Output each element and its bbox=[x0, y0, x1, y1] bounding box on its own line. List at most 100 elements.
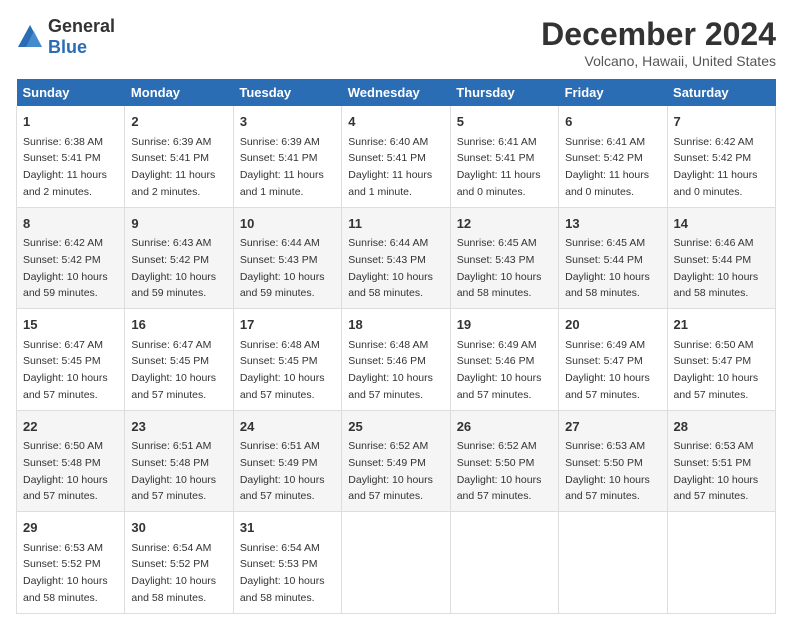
subtitle: Volcano, Hawaii, United States bbox=[541, 53, 776, 69]
sunrise-info: Sunrise: 6:49 AMSunset: 5:47 PMDaylight:… bbox=[565, 339, 650, 401]
day-number: 21 bbox=[674, 315, 769, 335]
day-cell: 30 Sunrise: 6:54 AMSunset: 5:52 PMDaylig… bbox=[125, 512, 233, 614]
day-cell: 16 Sunrise: 6:47 AMSunset: 5:45 PMDaylig… bbox=[125, 309, 233, 411]
calendar-table: SundayMondayTuesdayWednesdayThursdayFrid… bbox=[16, 79, 776, 614]
day-number: 30 bbox=[131, 518, 226, 538]
week-row-1: 1 Sunrise: 6:38 AMSunset: 5:41 PMDayligh… bbox=[17, 106, 776, 207]
day-cell: 26 Sunrise: 6:52 AMSunset: 5:50 PMDaylig… bbox=[450, 410, 558, 512]
day-number: 27 bbox=[565, 417, 660, 437]
sunrise-info: Sunrise: 6:47 AMSunset: 5:45 PMDaylight:… bbox=[23, 339, 108, 401]
day-number: 5 bbox=[457, 112, 552, 132]
day-number: 24 bbox=[240, 417, 335, 437]
day-number: 14 bbox=[674, 214, 769, 234]
sunrise-info: Sunrise: 6:42 AMSunset: 5:42 PMDaylight:… bbox=[674, 136, 758, 198]
day-cell: 21 Sunrise: 6:50 AMSunset: 5:47 PMDaylig… bbox=[667, 309, 775, 411]
sunrise-info: Sunrise: 6:50 AMSunset: 5:48 PMDaylight:… bbox=[23, 440, 108, 502]
day-cell: 3 Sunrise: 6:39 AMSunset: 5:41 PMDayligh… bbox=[233, 106, 341, 207]
day-number: 13 bbox=[565, 214, 660, 234]
weekday-header-sunday: Sunday bbox=[17, 79, 125, 106]
title-area: December 2024 Volcano, Hawaii, United St… bbox=[541, 16, 776, 69]
day-number: 25 bbox=[348, 417, 443, 437]
day-number: 15 bbox=[23, 315, 118, 335]
sunrise-info: Sunrise: 6:41 AMSunset: 5:41 PMDaylight:… bbox=[457, 136, 541, 198]
day-number: 12 bbox=[457, 214, 552, 234]
sunrise-info: Sunrise: 6:39 AMSunset: 5:41 PMDaylight:… bbox=[131, 136, 215, 198]
logo-general: General bbox=[48, 16, 115, 36]
day-cell bbox=[450, 512, 558, 614]
sunrise-info: Sunrise: 6:44 AMSunset: 5:43 PMDaylight:… bbox=[348, 237, 433, 299]
weekday-header-monday: Monday bbox=[125, 79, 233, 106]
day-cell: 13 Sunrise: 6:45 AMSunset: 5:44 PMDaylig… bbox=[559, 207, 667, 309]
day-cell bbox=[559, 512, 667, 614]
day-cell: 8 Sunrise: 6:42 AMSunset: 5:42 PMDayligh… bbox=[17, 207, 125, 309]
day-cell: 11 Sunrise: 6:44 AMSunset: 5:43 PMDaylig… bbox=[342, 207, 450, 309]
sunrise-info: Sunrise: 6:54 AMSunset: 5:52 PMDaylight:… bbox=[131, 542, 216, 604]
sunrise-info: Sunrise: 6:51 AMSunset: 5:48 PMDaylight:… bbox=[131, 440, 216, 502]
day-number: 17 bbox=[240, 315, 335, 335]
day-cell: 1 Sunrise: 6:38 AMSunset: 5:41 PMDayligh… bbox=[17, 106, 125, 207]
sunrise-info: Sunrise: 6:51 AMSunset: 5:49 PMDaylight:… bbox=[240, 440, 325, 502]
week-row-5: 29 Sunrise: 6:53 AMSunset: 5:52 PMDaylig… bbox=[17, 512, 776, 614]
day-cell: 27 Sunrise: 6:53 AMSunset: 5:50 PMDaylig… bbox=[559, 410, 667, 512]
sunrise-info: Sunrise: 6:49 AMSunset: 5:46 PMDaylight:… bbox=[457, 339, 542, 401]
sunrise-info: Sunrise: 6:48 AMSunset: 5:46 PMDaylight:… bbox=[348, 339, 433, 401]
day-cell: 19 Sunrise: 6:49 AMSunset: 5:46 PMDaylig… bbox=[450, 309, 558, 411]
logo: General Blue bbox=[16, 16, 115, 58]
day-cell: 22 Sunrise: 6:50 AMSunset: 5:48 PMDaylig… bbox=[17, 410, 125, 512]
day-number: 8 bbox=[23, 214, 118, 234]
day-cell: 7 Sunrise: 6:42 AMSunset: 5:42 PMDayligh… bbox=[667, 106, 775, 207]
sunrise-info: Sunrise: 6:52 AMSunset: 5:49 PMDaylight:… bbox=[348, 440, 433, 502]
weekday-header-saturday: Saturday bbox=[667, 79, 775, 106]
sunrise-info: Sunrise: 6:53 AMSunset: 5:52 PMDaylight:… bbox=[23, 542, 108, 604]
sunrise-info: Sunrise: 6:52 AMSunset: 5:50 PMDaylight:… bbox=[457, 440, 542, 502]
week-row-4: 22 Sunrise: 6:50 AMSunset: 5:48 PMDaylig… bbox=[17, 410, 776, 512]
day-cell: 24 Sunrise: 6:51 AMSunset: 5:49 PMDaylig… bbox=[233, 410, 341, 512]
day-cell: 6 Sunrise: 6:41 AMSunset: 5:42 PMDayligh… bbox=[559, 106, 667, 207]
sunrise-info: Sunrise: 6:38 AMSunset: 5:41 PMDaylight:… bbox=[23, 136, 107, 198]
day-number: 1 bbox=[23, 112, 118, 132]
day-number: 20 bbox=[565, 315, 660, 335]
week-row-3: 15 Sunrise: 6:47 AMSunset: 5:45 PMDaylig… bbox=[17, 309, 776, 411]
day-cell: 5 Sunrise: 6:41 AMSunset: 5:41 PMDayligh… bbox=[450, 106, 558, 207]
day-cell bbox=[342, 512, 450, 614]
day-cell: 18 Sunrise: 6:48 AMSunset: 5:46 PMDaylig… bbox=[342, 309, 450, 411]
header: General Blue December 2024 Volcano, Hawa… bbox=[16, 16, 776, 69]
day-cell: 20 Sunrise: 6:49 AMSunset: 5:47 PMDaylig… bbox=[559, 309, 667, 411]
day-cell: 4 Sunrise: 6:40 AMSunset: 5:41 PMDayligh… bbox=[342, 106, 450, 207]
weekday-header-wednesday: Wednesday bbox=[342, 79, 450, 106]
day-number: 10 bbox=[240, 214, 335, 234]
day-cell: 25 Sunrise: 6:52 AMSunset: 5:49 PMDaylig… bbox=[342, 410, 450, 512]
sunrise-info: Sunrise: 6:47 AMSunset: 5:45 PMDaylight:… bbox=[131, 339, 216, 401]
day-cell: 9 Sunrise: 6:43 AMSunset: 5:42 PMDayligh… bbox=[125, 207, 233, 309]
sunrise-info: Sunrise: 6:50 AMSunset: 5:47 PMDaylight:… bbox=[674, 339, 759, 401]
day-number: 19 bbox=[457, 315, 552, 335]
day-cell: 2 Sunrise: 6:39 AMSunset: 5:41 PMDayligh… bbox=[125, 106, 233, 207]
day-cell: 10 Sunrise: 6:44 AMSunset: 5:43 PMDaylig… bbox=[233, 207, 341, 309]
day-number: 16 bbox=[131, 315, 226, 335]
day-number: 9 bbox=[131, 214, 226, 234]
sunrise-info: Sunrise: 6:40 AMSunset: 5:41 PMDaylight:… bbox=[348, 136, 432, 198]
sunrise-info: Sunrise: 6:46 AMSunset: 5:44 PMDaylight:… bbox=[674, 237, 759, 299]
logo-text: General Blue bbox=[48, 16, 115, 58]
day-cell: 15 Sunrise: 6:47 AMSunset: 5:45 PMDaylig… bbox=[17, 309, 125, 411]
sunrise-info: Sunrise: 6:53 AMSunset: 5:50 PMDaylight:… bbox=[565, 440, 650, 502]
weekday-header-row: SundayMondayTuesdayWednesdayThursdayFrid… bbox=[17, 79, 776, 106]
logo-blue: Blue bbox=[48, 37, 87, 57]
day-number: 6 bbox=[565, 112, 660, 132]
day-cell: 14 Sunrise: 6:46 AMSunset: 5:44 PMDaylig… bbox=[667, 207, 775, 309]
sunrise-info: Sunrise: 6:45 AMSunset: 5:43 PMDaylight:… bbox=[457, 237, 542, 299]
day-cell bbox=[667, 512, 775, 614]
logo-icon bbox=[16, 23, 44, 51]
day-number: 22 bbox=[23, 417, 118, 437]
day-number: 11 bbox=[348, 214, 443, 234]
sunrise-info: Sunrise: 6:43 AMSunset: 5:42 PMDaylight:… bbox=[131, 237, 216, 299]
day-number: 31 bbox=[240, 518, 335, 538]
day-cell: 29 Sunrise: 6:53 AMSunset: 5:52 PMDaylig… bbox=[17, 512, 125, 614]
day-cell: 28 Sunrise: 6:53 AMSunset: 5:51 PMDaylig… bbox=[667, 410, 775, 512]
day-number: 3 bbox=[240, 112, 335, 132]
day-number: 23 bbox=[131, 417, 226, 437]
day-number: 29 bbox=[23, 518, 118, 538]
weekday-header-thursday: Thursday bbox=[450, 79, 558, 106]
week-row-2: 8 Sunrise: 6:42 AMSunset: 5:42 PMDayligh… bbox=[17, 207, 776, 309]
main-title: December 2024 bbox=[541, 16, 776, 53]
